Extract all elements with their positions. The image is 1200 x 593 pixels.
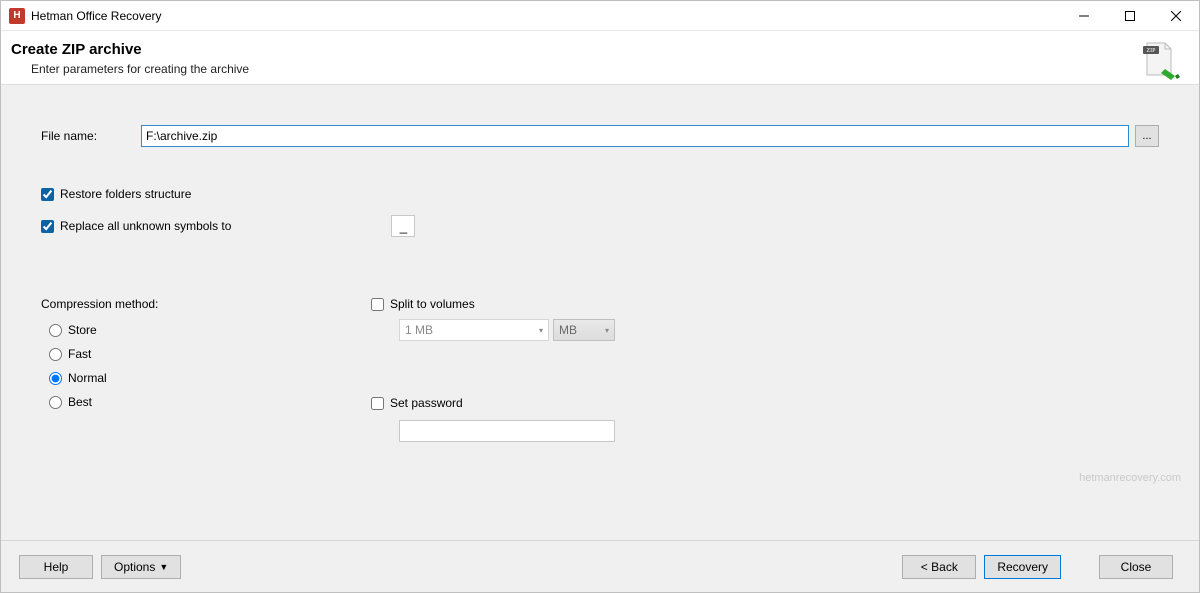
browse-button[interactable]: ... — [1135, 125, 1159, 147]
file-name-label: File name: — [41, 129, 141, 143]
close-footer-button[interactable]: Close — [1099, 555, 1173, 579]
wizard-header: Create ZIP archive Enter parameters for … — [1, 31, 1199, 85]
app-icon: H — [9, 8, 25, 24]
page-subtitle: Enter parameters for creating the archiv… — [31, 62, 1179, 76]
wizard-content: File name: ... Restore folders structure… — [1, 85, 1199, 540]
close-button[interactable] — [1153, 1, 1199, 31]
options-button[interactable]: Options▼ — [101, 555, 181, 579]
maximize-button[interactable] — [1107, 1, 1153, 31]
replace-symbols-checkbox[interactable] — [41, 220, 54, 233]
restore-folders-label: Restore folders structure — [60, 187, 191, 201]
set-password-checkbox[interactable] — [371, 397, 384, 410]
volume-size-combo[interactable]: 1 MB ▾ — [399, 319, 549, 341]
help-button[interactable]: Help — [19, 555, 93, 579]
watermark-text: hetmanrecovery.com — [1079, 472, 1181, 484]
close-icon — [1171, 11, 1181, 21]
compression-normal-radio[interactable] — [49, 372, 62, 385]
volume-size-value: 1 MB — [405, 323, 433, 337]
compression-store-radio[interactable] — [49, 324, 62, 337]
volume-unit-value: MB — [559, 323, 577, 337]
split-volumes-label: Split to volumes — [390, 297, 475, 311]
maximize-icon — [1125, 11, 1135, 21]
compression-fast-label: Fast — [68, 347, 91, 361]
window-title: Hetman Office Recovery — [31, 9, 162, 23]
svg-text:ZIP: ZIP — [1147, 48, 1157, 54]
compression-best-radio[interactable] — [49, 396, 62, 409]
compression-store-label: Store — [68, 323, 97, 337]
titlebar: H Hetman Office Recovery — [1, 1, 1199, 31]
compression-title: Compression method: — [41, 297, 321, 311]
recovery-button[interactable]: Recovery — [984, 555, 1061, 579]
chevron-down-icon: ▾ — [539, 326, 543, 335]
volume-unit-combo[interactable]: MB ▾ — [553, 319, 615, 341]
wizard-footer: Help Options▼ < Back Recovery Close — [1, 540, 1199, 592]
restore-folders-checkbox[interactable] — [41, 188, 54, 201]
replace-symbols-label: Replace all unknown symbols to — [60, 219, 231, 233]
compression-normal-label: Normal — [68, 371, 107, 385]
replace-char-input[interactable] — [391, 215, 415, 237]
compression-best-label: Best — [68, 395, 92, 409]
chevron-down-icon: ▼ — [159, 562, 168, 572]
minimize-icon — [1079, 11, 1089, 21]
compression-fast-radio[interactable] — [49, 348, 62, 361]
set-password-label: Set password — [390, 396, 463, 410]
back-button[interactable]: < Back — [902, 555, 976, 579]
chevron-down-icon: ▾ — [605, 326, 609, 335]
password-input[interactable] — [399, 420, 615, 442]
page-title: Create ZIP archive — [11, 41, 1179, 58]
split-volumes-checkbox[interactable] — [371, 298, 384, 311]
minimize-button[interactable] — [1061, 1, 1107, 31]
file-name-input[interactable] — [141, 125, 1129, 147]
zip-archive-icon: ZIP — [1141, 39, 1181, 79]
